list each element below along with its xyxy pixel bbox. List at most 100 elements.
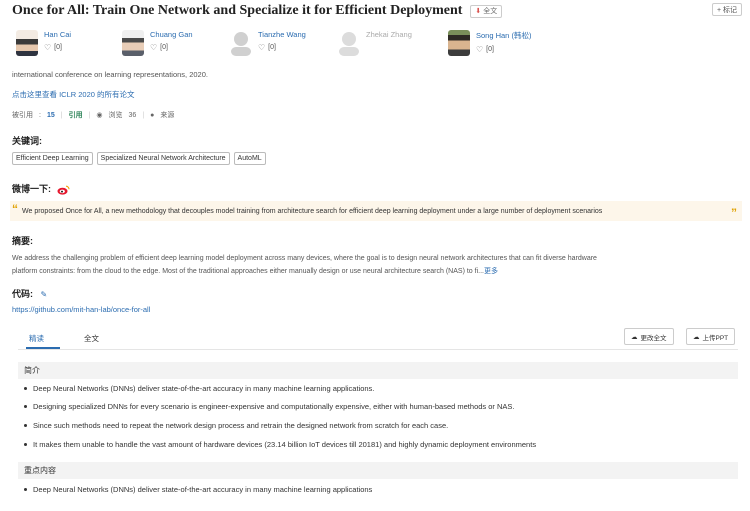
author-like[interactable]: ♡ [0]: [258, 43, 306, 52]
bullet-text: Designing specialized DNNs for every sce…: [33, 402, 515, 411]
mark-button[interactable]: + 标记: [711, 3, 742, 16]
author-like[interactable]: ♡ [0]: [44, 43, 71, 52]
bullet-dot: [24, 387, 27, 390]
pdf-button-label: 全文: [483, 8, 498, 15]
source-link[interactable]: 来源: [160, 110, 174, 120]
eye-icon: ◉: [96, 112, 103, 119]
avatar[interactable]: [338, 30, 360, 56]
upload-cloud-icon: ☁: [693, 333, 700, 341]
cited-count[interactable]: 15: [47, 112, 55, 119]
author-card[interactable]: Han Cai ♡ [0]: [16, 30, 71, 56]
avatar[interactable]: [16, 30, 38, 56]
keyword-tag[interactable]: Efficient Deep Learning: [12, 152, 93, 165]
more-link[interactable]: 更多: [484, 268, 498, 275]
avatar[interactable]: [448, 30, 470, 56]
title-row: Once for All: Train One Network and Spec…: [12, 2, 742, 20]
keyword-tag[interactable]: Specialized Neural Network Architecture: [96, 152, 230, 165]
upload-ppt-label: 上传PPT: [702, 334, 729, 342]
author-card[interactable]: Song Han (韩松) ♡ [0]: [448, 30, 531, 56]
list-item: Designing specialized DNNs for every sce…: [24, 402, 515, 411]
keyword-list: Efficient Deep Learning Specialized Neur…: [12, 152, 266, 165]
author-card[interactable]: Zhekai Zhang: [338, 30, 412, 56]
weibo-icon[interactable]: [57, 185, 70, 195]
code-heading: 代码:: [12, 289, 33, 299]
author-like-count: [0]: [486, 46, 494, 53]
cite-button[interactable]: 引用: [69, 110, 83, 120]
cited-separator: :: [39, 111, 41, 119]
pdf-button[interactable]: ⬇ 全文: [470, 4, 503, 18]
open-quote-icon: “: [12, 202, 18, 216]
bullet-text: It makes them unable to handle the vast …: [33, 440, 537, 449]
paper-title: Once for All: Train One Network and Spec…: [12, 3, 463, 18]
abstract-text: We address the challenging problem of ef…: [12, 252, 732, 278]
code-heading-row: 代码: ✎: [12, 287, 47, 300]
change-fulltext-button[interactable]: ☁ 更改全文: [624, 328, 674, 345]
author-like-count: [0]: [268, 44, 276, 51]
all-papers-link[interactable]: 点击这里查看 ICLR 2020 的所有论文: [12, 89, 135, 100]
author-like-count: [0]: [160, 44, 168, 51]
list-item: Deep Neural Networks (DNNs) deliver stat…: [24, 384, 374, 393]
bullet-dot: [24, 405, 27, 408]
author-like[interactable]: ♡ [0]: [476, 45, 531, 54]
tab-intensive-reading[interactable]: 精读: [29, 333, 44, 344]
tab-full-text[interactable]: 全文: [84, 333, 99, 344]
bullet-text: Since such methods need to repeat the ne…: [33, 421, 449, 430]
weibo-heading-row: 微博一下:: [12, 182, 70, 195]
heart-icon: ♡: [44, 43, 52, 52]
author-like[interactable]: ♡ [0]: [150, 43, 193, 52]
keywords-heading: 关键词:: [12, 136, 42, 146]
bullet-text: Deep Neural Networks (DNNs) deliver stat…: [33, 384, 375, 393]
stats-bar: 被引用: 15 | 引用 | ◉ 浏览 36 | ● 来源: [12, 109, 174, 121]
active-tab-indicator: [26, 347, 60, 349]
bullet-dot: [24, 424, 27, 427]
change-fulltext-label: 更改全文: [640, 334, 667, 342]
views-count: 36: [128, 111, 137, 119]
author-card[interactable]: Chuang Gan ♡ [0]: [122, 30, 193, 56]
key-points-heading: 重点内容: [18, 462, 738, 479]
code-url-link[interactable]: https://github.com/mit-han-lab/once-for-…: [12, 305, 150, 314]
author-name[interactable]: Chuang Gan: [150, 30, 193, 39]
keyword-tag[interactable]: AutoML: [233, 152, 266, 165]
bullet-dot: [24, 488, 27, 491]
list-item: It makes them unable to handle the vast …: [24, 440, 536, 449]
author-name[interactable]: Han Cai: [44, 30, 71, 39]
bullet-text: Deep Neural Networks (DNNs) deliver stat…: [33, 485, 373, 494]
list-item: Since such methods need to repeat the ne…: [24, 421, 448, 430]
avatar[interactable]: [122, 30, 144, 56]
divider: |: [88, 111, 91, 119]
tab-bar: 精读 全文 ☁ 更改全文 ☁ 上传PPT: [18, 328, 738, 350]
author-card[interactable]: Tianzhe Wang ♡ [0]: [230, 30, 306, 56]
upload-ppt-button[interactable]: ☁ 上传PPT: [686, 328, 736, 345]
abstract-line: platform constraints: from the cloud to …: [12, 268, 484, 275]
cited-label: 被引用: [12, 112, 33, 119]
views-label: 浏览: [108, 112, 123, 119]
divider: |: [142, 111, 145, 119]
bullet-dot: [24, 443, 27, 446]
upload-cloud-icon: ☁: [631, 333, 638, 341]
weibo-quote: “ We proposed Once for All, a new method…: [10, 201, 742, 221]
heart-icon: ♡: [476, 45, 484, 54]
avatar[interactable]: [230, 30, 252, 56]
summary-panel: 简介 Deep Neural Networks (DNNs) deliver s…: [18, 360, 738, 511]
heart-icon: ♡: [150, 43, 158, 52]
intro-heading: 简介: [18, 362, 738, 379]
author-name[interactable]: Zhekai Zhang: [366, 30, 412, 39]
venue-text: international conference on learning rep…: [12, 70, 208, 79]
default-avatar-icon: [339, 32, 359, 56]
close-quote-icon: ”: [731, 206, 737, 220]
abstract-line: We address the challenging problem of ef…: [12, 255, 597, 262]
author-list: Han Cai ♡ [0] Chuang Gan ♡ [0] Tianzhe Wan…: [16, 30, 576, 60]
edit-icon[interactable]: ✎: [41, 290, 48, 299]
default-avatar-icon: [231, 32, 251, 56]
weibo-quote-text: We proposed Once for All, a new methodol…: [22, 207, 603, 215]
list-item: Deep Neural Networks (DNNs) deliver stat…: [24, 485, 372, 494]
globe-icon: ●: [150, 111, 155, 119]
author-name[interactable]: Song Han (韩松): [476, 30, 531, 41]
author-name[interactable]: Tianzhe Wang: [258, 30, 306, 39]
heart-icon: ♡: [258, 43, 266, 52]
author-like-count: [0]: [54, 44, 62, 51]
pdf-icon: ⬇: [475, 8, 482, 15]
divider: |: [60, 111, 63, 119]
weibo-heading: 微博一下:: [12, 184, 51, 194]
abstract-line-2: platform constraints: from the cloud to …: [12, 265, 732, 278]
